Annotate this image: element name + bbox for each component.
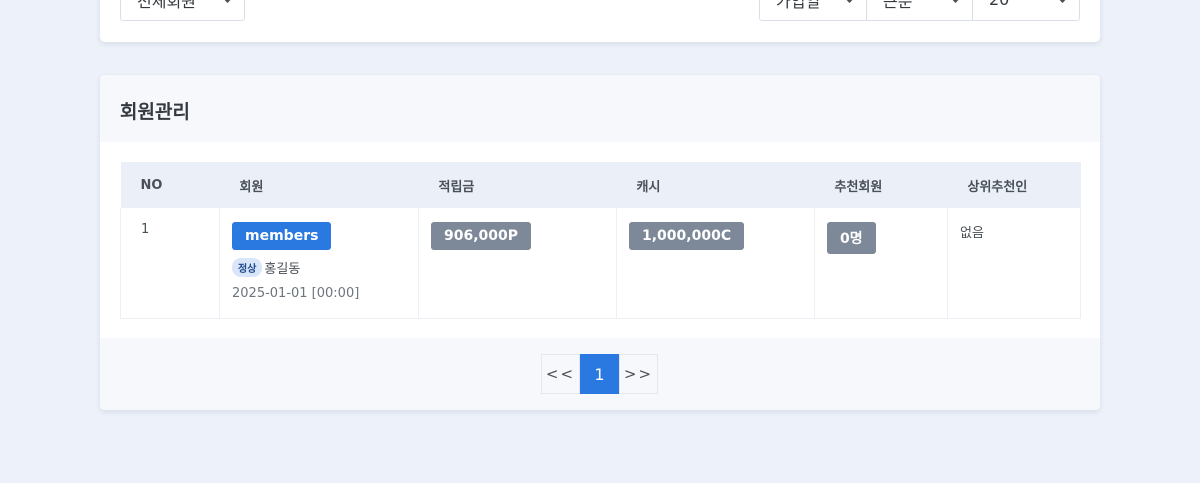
sort-field-value: 가입일 [776,0,821,11]
chevron-down-icon [1056,0,1069,3]
points-badge: 906,000P [431,222,532,250]
cell-cash: 1,000,000C [616,208,815,319]
chevron-down-icon [949,0,962,3]
column-header-upline: 상위추천인 [947,162,1081,208]
pagination: << 1 >> [541,354,658,394]
page-size-value: 20 [989,0,1009,9]
member-management-panel: 회원관리 NO 회원 적립금 캐시 추천회원 상위추천인 1 members 정… [100,75,1100,410]
referrals-badge: 0명 [827,222,876,254]
column-header-no: NO [120,162,220,208]
join-date: 2025-01-01 [00:00] [232,286,360,301]
column-header-cash: 캐시 [616,162,815,208]
cell-points: 906,000P [418,208,617,319]
column-header-points: 적립금 [418,162,617,208]
member-id-button[interactable]: members [232,222,332,250]
prev-page-button[interactable]: << [541,354,580,394]
chevron-down-icon [221,0,234,3]
chevron-down-icon [843,0,856,3]
cell-member: members 정상 홍길동 2025-01-01 [00:00] [219,208,419,319]
member-type-select[interactable]: 전체회원 [120,0,245,21]
next-page-button[interactable]: >> [619,354,658,394]
cell-upline: 없음 [947,208,1081,319]
panel-body: NO 회원 적립금 캐시 추천회원 상위추천인 1 members 정상 홍길동 [100,142,1100,319]
filter-panel: 전체회원 가입일 큰순 20 [100,0,1100,42]
panel-header: 회원관리 [100,75,1100,142]
table-header-row: NO 회원 적립금 캐시 추천회원 상위추천인 [120,162,1081,208]
member-name-line: 정상 홍길동 [232,258,406,277]
member-table: NO 회원 적립금 캐시 추천회원 상위추천인 1 members 정상 홍길동 [120,162,1081,319]
member-type-value: 전체회원 [137,0,196,11]
cash-badge: 1,000,000C [629,222,745,250]
column-header-referrals: 추천회원 [814,162,948,208]
sort-field-select[interactable]: 가입일 [759,0,867,21]
member-name: 홍길동 [264,262,301,277]
page-1-button[interactable]: 1 [580,354,619,394]
cell-no: 1 [120,208,220,319]
cell-referrals: 0명 [814,208,948,319]
panel-title: 회원관리 [120,101,190,123]
sort-order-value: 큰순 [883,0,913,11]
column-header-member: 회원 [219,162,419,208]
status-badge: 정상 [232,258,263,277]
panel-footer: << 1 >> [100,338,1100,410]
sort-order-select[interactable]: 큰순 [866,0,973,21]
table-row: 1 members 정상 홍길동 2025-01-01 [00:00] 906,… [120,208,1081,319]
page-size-select[interactable]: 20 [972,0,1080,21]
